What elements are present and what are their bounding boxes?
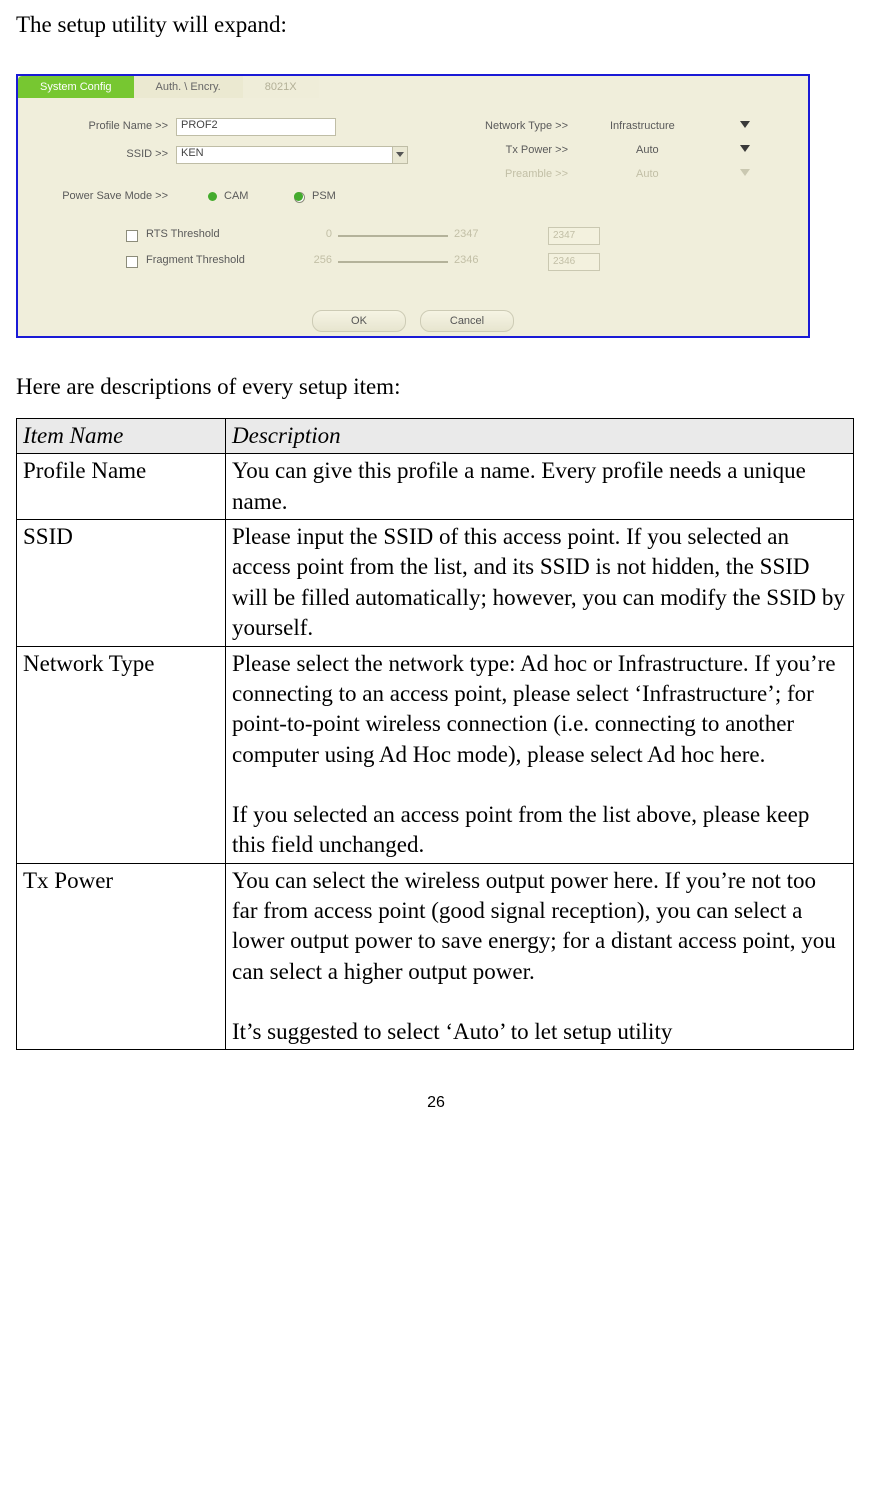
value-preamble: Auto bbox=[636, 168, 659, 180]
network-type-dropdown-icon[interactable] bbox=[740, 121, 750, 128]
table-row: Network Type Please select the network t… bbox=[17, 646, 854, 863]
th-description: Description bbox=[226, 419, 854, 454]
ok-button[interactable]: OK bbox=[312, 310, 406, 332]
rts-value-box[interactable]: 2347 bbox=[548, 227, 600, 245]
rts-min: 0 bbox=[308, 228, 332, 240]
input-profile-name[interactable]: PROF2 bbox=[176, 118, 336, 136]
cancel-button[interactable]: Cancel bbox=[420, 310, 514, 332]
frag-min: 256 bbox=[308, 254, 332, 266]
radio-cam[interactable] bbox=[208, 192, 217, 201]
tab-auth-encry[interactable]: Auth. \ Encry. bbox=[134, 76, 243, 98]
page-number: 26 bbox=[16, 1094, 856, 1112]
config-tabs: System Config Auth. \ Encry. 8021X bbox=[18, 76, 808, 98]
cell-description: Please select the network type: Ad hoc o… bbox=[226, 646, 854, 863]
ssid-dropdown-icon[interactable] bbox=[392, 146, 408, 164]
tx-power-dropdown-icon[interactable] bbox=[740, 145, 750, 152]
table-row: SSID Please input the SSID of this acces… bbox=[17, 520, 854, 646]
frag-value-box[interactable]: 2346 bbox=[548, 253, 600, 271]
tab-system-config[interactable]: System Config bbox=[18, 76, 134, 98]
label-fragment: Fragment Threshold bbox=[146, 254, 286, 266]
radio-psm-dot bbox=[294, 192, 303, 201]
checkbox-rts[interactable] bbox=[126, 230, 138, 242]
preamble-dropdown-icon bbox=[740, 169, 750, 176]
th-item-name: Item Name bbox=[17, 419, 226, 454]
table-row: Profile Name You can give this profile a… bbox=[17, 454, 854, 520]
checkbox-fragment[interactable] bbox=[126, 256, 138, 268]
radio-psm-label: PSM bbox=[312, 190, 336, 202]
cell-description: You can give this profile a name. Every … bbox=[226, 454, 854, 520]
cell-item-name: Profile Name bbox=[17, 454, 226, 520]
label-tx-power: Tx Power >> bbox=[418, 144, 568, 156]
label-ssid: SSID >> bbox=[18, 148, 168, 160]
dialog-button-bar: OK Cancel bbox=[18, 306, 808, 336]
cell-description: Please input the SSID of this access poi… bbox=[226, 520, 854, 646]
setup-utility-screenshot: System Config Auth. \ Encry. 8021X Profi… bbox=[16, 74, 810, 338]
label-rts: RTS Threshold bbox=[146, 228, 266, 240]
frag-slider[interactable] bbox=[338, 261, 448, 263]
table-row: Tx Power You can select the wireless out… bbox=[17, 863, 854, 1050]
subintro-text: Here are descriptions of every setup ite… bbox=[16, 374, 856, 400]
cell-item-name: SSID bbox=[17, 520, 226, 646]
value-network-type: Infrastructure bbox=[610, 120, 675, 132]
frag-max: 2346 bbox=[454, 254, 494, 266]
label-network-type: Network Type >> bbox=[418, 120, 568, 132]
cell-item-name: Tx Power bbox=[17, 863, 226, 1050]
rts-max: 2347 bbox=[454, 228, 494, 240]
value-tx-power: Auto bbox=[636, 144, 659, 156]
cell-item-name: Network Type bbox=[17, 646, 226, 863]
input-ssid[interactable]: KEN bbox=[176, 146, 394, 164]
intro-text: The setup utility will expand: bbox=[16, 12, 856, 38]
label-profile-name: Profile Name >> bbox=[18, 120, 168, 132]
cell-description: You can select the wireless output power… bbox=[226, 863, 854, 1050]
radio-cam-label: CAM bbox=[224, 190, 248, 202]
label-preamble: Preamble >> bbox=[418, 168, 568, 180]
label-power-save: Power Save Mode >> bbox=[18, 190, 168, 202]
tab-8021x: 8021X bbox=[243, 76, 319, 98]
description-table: Item Name Description Profile Name You c… bbox=[16, 418, 854, 1050]
rts-slider[interactable] bbox=[338, 235, 448, 237]
